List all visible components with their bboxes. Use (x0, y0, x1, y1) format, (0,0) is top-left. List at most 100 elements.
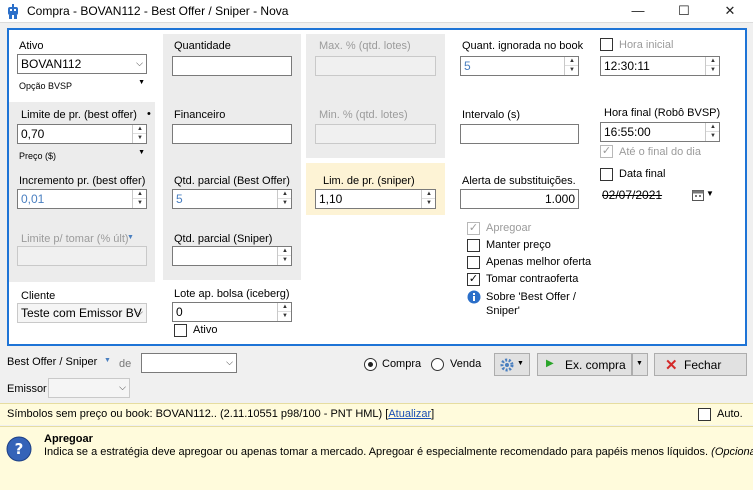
sobre-link[interactable]: Sobre 'Best Offer / Sniper' (486, 290, 596, 318)
spin-down-icon[interactable]: ▼ (278, 312, 291, 321)
strategy-selector[interactable]: Best Offer / Sniper (7, 356, 97, 368)
compra-radio[interactable] (364, 358, 377, 371)
auto-label: Auto. (717, 408, 743, 420)
ativo-combo[interactable]: BOVAN112 ⌵ (17, 54, 147, 74)
title-bar: Compra - BOVAN112 - Best Offer / Sniper … (0, 0, 753, 23)
hora-inicial-spinner[interactable]: ▲ ▼ (705, 57, 719, 75)
hora-final-spinner[interactable]: ▲ ▼ (705, 123, 719, 141)
hora-inicial-checkbox[interactable] (600, 38, 613, 51)
status-info-bar: Símbolos sem preço ou book: BOVAN112.. (… (0, 403, 753, 425)
min-pct-input[interactable] (315, 124, 436, 144)
spin-down-icon[interactable]: ▼ (422, 199, 435, 208)
lote-iceberg-value: 0 (176, 305, 183, 319)
manter-preco-checkbox[interactable] (467, 239, 480, 252)
data-final-checkbox[interactable] (600, 168, 613, 181)
lote-iceberg-input[interactable]: 0 ▲ ▼ (172, 302, 292, 322)
spin-down-icon[interactable]: ▼ (565, 66, 578, 75)
status-text: Símbolos sem preço ou book: BOVAN112.. (… (7, 408, 434, 420)
spin-down-icon[interactable]: ▼ (133, 134, 146, 143)
ex-compra-button[interactable]: ▶ Ex. compra (537, 353, 632, 376)
ate-final-label: Até o final do dia (619, 146, 701, 158)
qtd-parcial-sniper-label: Qtd. parcial (Sniper) (174, 233, 273, 245)
spin-up-icon[interactable]: ▲ (133, 190, 146, 199)
hora-inicial-input[interactable]: 12:30:11 ▲ ▼ (600, 56, 720, 76)
tomar-contraoferta-checkbox[interactable]: ✓ (467, 273, 480, 286)
de-combo[interactable]: ⌵ (141, 353, 237, 373)
help-body-text: Indica se a estratégia deve apregoar ou … (44, 446, 709, 458)
maximize-button[interactable]: ☐ (667, 0, 701, 22)
settings-button[interactable]: ▼ (494, 353, 530, 376)
intervalo-input[interactable] (460, 124, 579, 144)
cliente-value: Teste com Emissor BV (21, 306, 142, 320)
spin-up-icon[interactable]: ▲ (565, 57, 578, 66)
atualizar-link[interactable]: Atualizar (388, 408, 431, 420)
financeiro-input[interactable] (172, 124, 292, 144)
limite-tomar-input[interactable] (17, 246, 147, 266)
close-window-button[interactable]: ✕ (713, 0, 747, 22)
hora-final-value: 16:55:00 (604, 125, 651, 139)
qtd-parcial-best-label: Qtd. parcial (Best Offer) (174, 175, 290, 187)
lim-sniper-value: 1,10 (319, 192, 343, 206)
qtd-parcial-best-spinner[interactable]: ▲ ▼ (277, 190, 291, 208)
spin-down-icon[interactable]: ▼ (133, 199, 146, 208)
incremento-input[interactable]: 0,01 ▲ ▼ (17, 189, 147, 209)
qtd-parcial-best-input[interactable]: 5 ▲ ▼ (172, 189, 292, 209)
calendar-icon[interactable] (692, 189, 704, 201)
strategy-arrow-icon[interactable]: ▼ (104, 357, 111, 364)
spin-down-icon[interactable]: ▼ (706, 66, 719, 75)
apenas-melhor-checkbox[interactable] (467, 256, 480, 269)
fechar-button[interactable]: ✕ Fechar (654, 353, 747, 376)
ex-compra-menu-button[interactable]: ▼ (632, 353, 648, 376)
limite-pr-input[interactable]: 0,70 ▲ ▼ (17, 124, 147, 144)
quant-ignorada-spinner[interactable]: ▲ ▼ (564, 57, 578, 75)
preco-select[interactable]: Preço ($) ▼ (19, 148, 147, 162)
play-icon: ▶ (546, 358, 554, 369)
lim-sniper-spinner[interactable]: ▲ ▼ (421, 190, 435, 208)
cliente-combo[interactable]: Teste com Emissor BV ⌵ (17, 303, 147, 323)
qtd-parcial-sniper-spinner[interactable]: ▲ ▼ (277, 247, 291, 265)
opcao-select[interactable]: Opção BVSP ▼ (19, 78, 147, 92)
lote-iceberg-spinner[interactable]: ▲ ▼ (277, 303, 291, 321)
spin-down-icon[interactable]: ▼ (278, 199, 291, 208)
help-title: Apregoar (44, 433, 93, 445)
incremento-spinner[interactable]: ▲ ▼ (132, 190, 146, 208)
auto-checkbox[interactable] (698, 408, 711, 421)
apregoar-checkbox[interactable]: ✓ (467, 222, 480, 235)
chevron-down-icon: ⌵ (119, 382, 126, 392)
alerta-input[interactable]: 1.000 (460, 189, 579, 209)
venda-radio[interactable] (431, 358, 444, 371)
spin-up-icon[interactable]: ▲ (422, 190, 435, 199)
help-question-icon: ? (6, 436, 32, 462)
spin-down-icon[interactable]: ▼ (706, 132, 719, 141)
limite-tomar-arrow-icon[interactable]: ▼ (127, 234, 134, 241)
spin-up-icon[interactable]: ▲ (278, 303, 291, 312)
spin-down-icon[interactable]: ▼ (278, 256, 291, 265)
max-pct-input[interactable] (315, 56, 436, 76)
hora-final-input[interactable]: 16:55:00 ▲ ▼ (600, 122, 720, 142)
help-panel: ? Apregoar Indica se a estratégia deve a… (0, 426, 753, 490)
minimize-button[interactable]: — (621, 0, 655, 22)
limite-pr-spinner[interactable]: ▲ ▼ (132, 125, 146, 143)
ate-final-checkbox[interactable]: ✓ (600, 145, 613, 158)
venda-label: Venda (450, 358, 482, 370)
emissor-combo[interactable]: ⌵ (48, 378, 130, 398)
spin-up-icon[interactable]: ▲ (133, 125, 146, 134)
svg-text:?: ? (15, 440, 24, 458)
qtd-parcial-sniper-input[interactable]: ▲ ▼ (172, 246, 292, 266)
compra-label: Compra (382, 358, 422, 370)
quant-ignorada-input[interactable]: 5 ▲ ▼ (460, 56, 579, 76)
quant-ignorada-value: 5 (464, 59, 471, 73)
tomar-contraoferta-label: Tomar contraoferta (486, 273, 579, 285)
limite-tomar-label: Limite p/ tomar (% últ) (21, 233, 129, 245)
ativo-checkbox[interactable] (174, 324, 187, 337)
dropdown-arrow-icon[interactable]: ▼ (706, 189, 714, 198)
lim-sniper-input[interactable]: 1,10 ▲ ▼ (315, 189, 436, 209)
quantidade-input[interactable] (172, 56, 292, 76)
spin-up-icon[interactable]: ▲ (278, 190, 291, 199)
ex-compra-label: Ex. compra (565, 358, 626, 372)
dropdown-arrow-icon: ▼ (138, 149, 145, 156)
spin-up-icon[interactable]: ▲ (278, 247, 291, 256)
spin-up-icon[interactable]: ▲ (706, 57, 719, 66)
data-final-picker[interactable]: 02/07/2021 ▼ (600, 185, 718, 205)
spin-up-icon[interactable]: ▲ (706, 123, 719, 132)
